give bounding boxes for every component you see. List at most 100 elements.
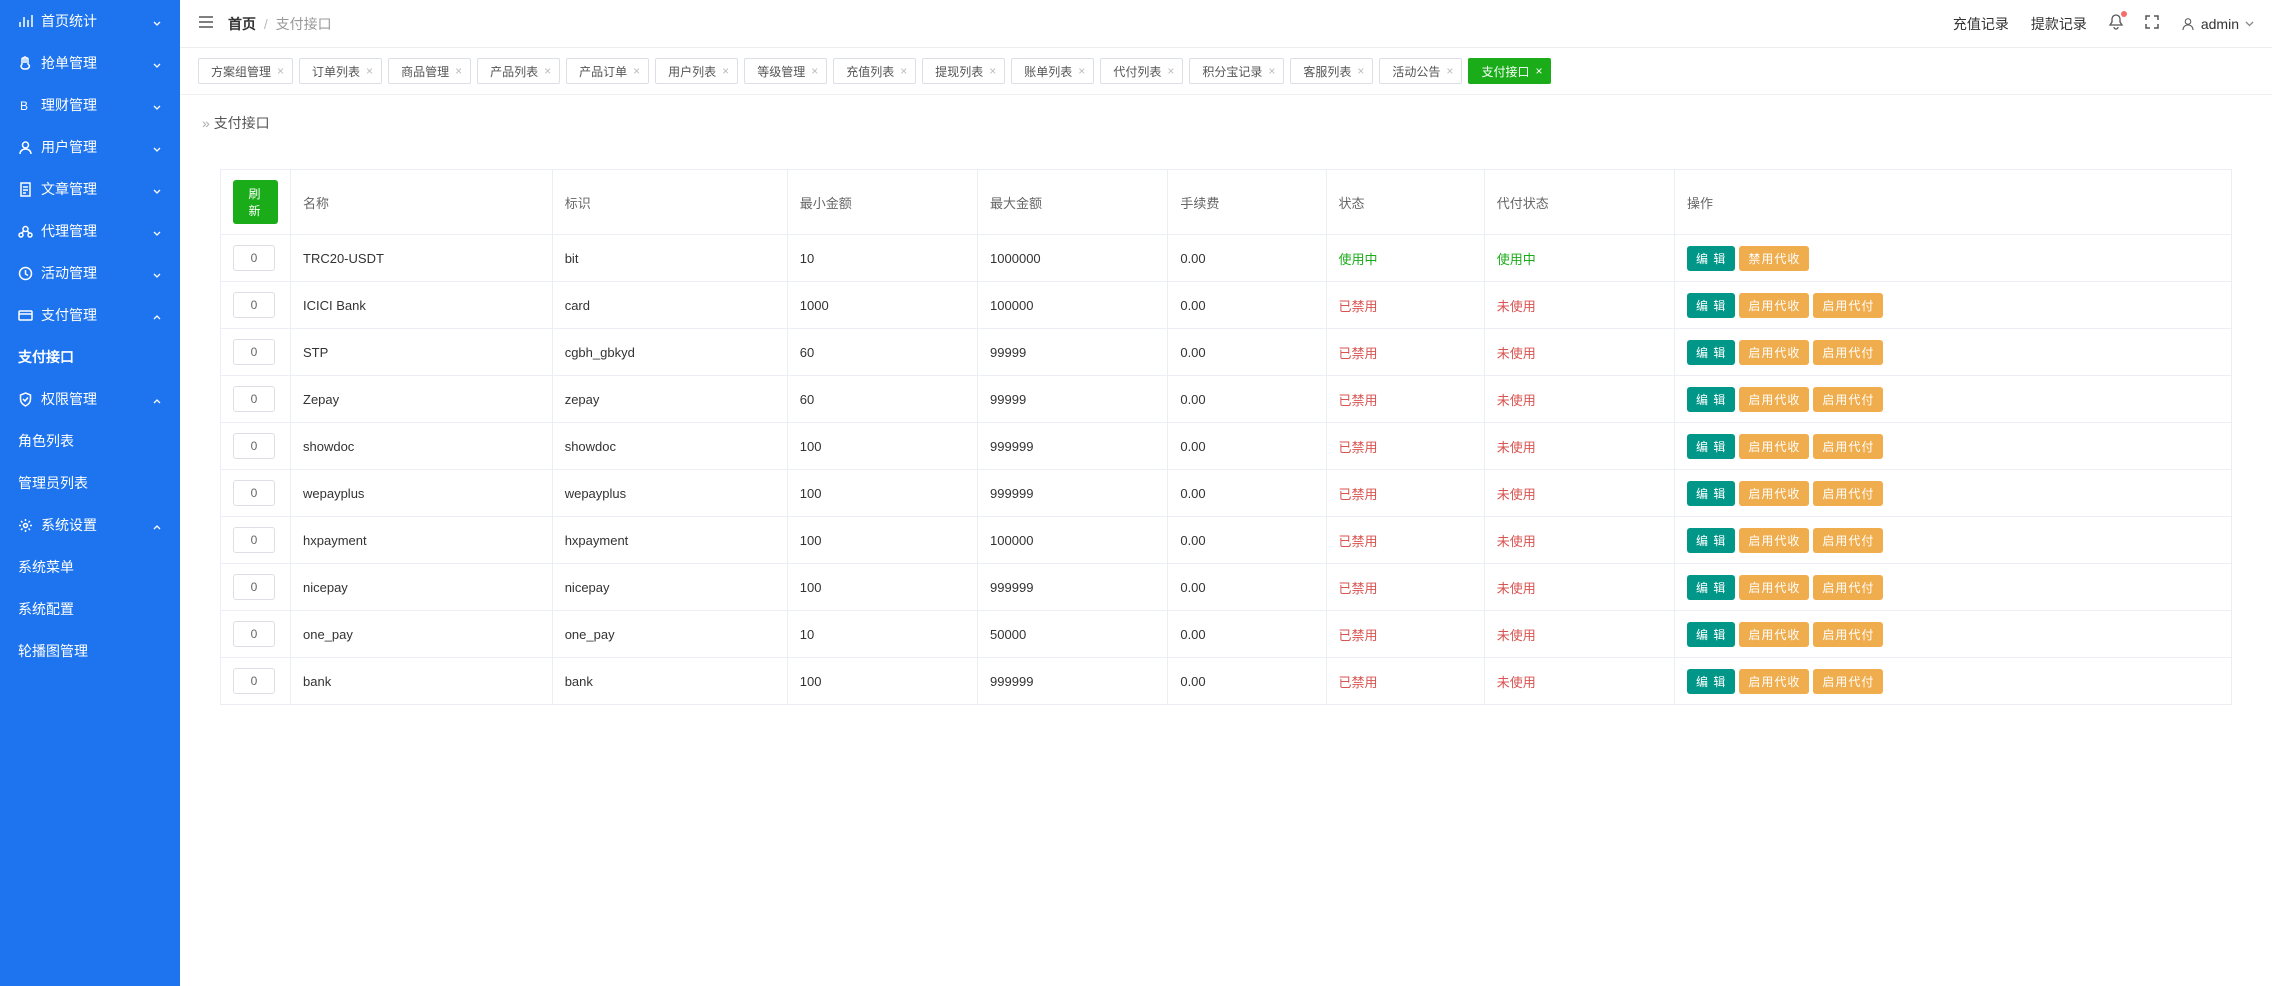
link-withdraw-log[interactable]: 提款记录 <box>2031 14 2087 34</box>
tab-close-icon[interactable]: × <box>811 64 818 78</box>
tab-close-icon[interactable]: × <box>544 64 551 78</box>
enable-pay-button[interactable]: 启用代付 <box>1813 575 1883 600</box>
enable-pay-button[interactable]: 启用代付 <box>1813 340 1883 365</box>
tab-close-icon[interactable]: × <box>989 64 996 78</box>
edit-button[interactable]: 编 辑 <box>1687 528 1735 553</box>
tab-7[interactable]: 充值列表× <box>833 58 916 84</box>
sort-input[interactable] <box>233 668 275 694</box>
breadcrumb-home[interactable]: 首页 <box>228 16 256 32</box>
cell-fee: 0.00 <box>1168 376 1326 423</box>
sidebar-group-8[interactable]: 权限管理 <box>0 378 180 420</box>
sidebar-group-7[interactable]: 支付管理 <box>0 294 180 336</box>
tab-6[interactable]: 等级管理× <box>744 58 827 84</box>
tab-close-icon[interactable]: × <box>1446 64 1453 78</box>
tab-close-icon[interactable]: × <box>900 64 907 78</box>
tab-0[interactable]: 方案组管理× <box>198 58 293 84</box>
sidebar-item-8-1[interactable]: 管理员列表 <box>0 462 180 504</box>
enable-recv-button[interactable]: 启用代收 <box>1739 340 1809 365</box>
sort-input[interactable] <box>233 339 275 365</box>
cell-pay-status: 未使用 <box>1484 470 1674 517</box>
enable-pay-button[interactable]: 启用代付 <box>1813 387 1883 412</box>
enable-pay-button[interactable]: 启用代付 <box>1813 622 1883 647</box>
tab-close-icon[interactable]: × <box>1357 64 1364 78</box>
sort-input[interactable] <box>233 574 275 600</box>
enable-recv-button[interactable]: 启用代收 <box>1739 293 1809 318</box>
tab-3[interactable]: 产品列表× <box>477 58 560 84</box>
tab-close-icon[interactable]: × <box>633 64 640 78</box>
enable-pay-button[interactable]: 启用代付 <box>1813 293 1883 318</box>
toggle-sidebar-icon[interactable] <box>198 15 214 32</box>
sidebar-group-0[interactable]: 首页统计 <box>0 0 180 42</box>
edit-button[interactable]: 编 辑 <box>1687 387 1735 412</box>
sort-input[interactable] <box>233 527 275 553</box>
tab-close-icon[interactable]: × <box>277 64 284 78</box>
disable-pay-button[interactable]: 禁用代收 <box>1739 246 1809 271</box>
sidebar-item-9-2[interactable]: 轮播图管理 <box>0 630 180 672</box>
sidebar-item-8-0[interactable]: 角色列表 <box>0 420 180 462</box>
enable-pay-button[interactable]: 启用代付 <box>1813 434 1883 459</box>
tab-close-icon[interactable]: × <box>1268 64 1275 78</box>
tab-close-icon[interactable]: × <box>455 64 462 78</box>
enable-pay-button[interactable]: 启用代付 <box>1813 481 1883 506</box>
cell-fee: 0.00 <box>1168 658 1326 705</box>
enable-recv-button[interactable]: 启用代收 <box>1739 387 1809 412</box>
tab-8[interactable]: 提现列表× <box>922 58 1005 84</box>
edit-button[interactable]: 编 辑 <box>1687 622 1735 647</box>
enable-recv-button[interactable]: 启用代收 <box>1739 481 1809 506</box>
sort-input[interactable] <box>233 621 275 647</box>
edit-button[interactable]: 编 辑 <box>1687 481 1735 506</box>
edit-button[interactable]: 编 辑 <box>1687 293 1735 318</box>
notification-bell-icon[interactable] <box>2109 14 2123 33</box>
edit-button[interactable]: 编 辑 <box>1687 434 1735 459</box>
link-recharge-log[interactable]: 充值记录 <box>1953 14 2009 34</box>
sidebar-item-7-0[interactable]: 支付接口 <box>0 336 180 378</box>
sort-input[interactable] <box>233 292 275 318</box>
enable-pay-button[interactable]: 启用代付 <box>1813 528 1883 553</box>
tab-13[interactable]: 活动公告× <box>1379 58 1462 84</box>
cell-ops: 编 辑启用代收启用代付 <box>1675 282 2232 329</box>
enable-recv-button[interactable]: 启用代收 <box>1739 434 1809 459</box>
tab-2[interactable]: 商品管理× <box>388 58 471 84</box>
tab-close-icon[interactable]: × <box>366 64 373 78</box>
cell-ops: 编 辑启用代收启用代付 <box>1675 376 2232 423</box>
sidebar-item-9-0[interactable]: 系统菜单 <box>0 546 180 588</box>
enable-recv-button[interactable]: 启用代收 <box>1739 669 1809 694</box>
enable-recv-button[interactable]: 启用代收 <box>1739 575 1809 600</box>
tab-5[interactable]: 用户列表× <box>655 58 738 84</box>
tab-close-icon[interactable]: × <box>1167 64 1174 78</box>
sort-input[interactable] <box>233 433 275 459</box>
sort-input[interactable] <box>233 480 275 506</box>
tab-11[interactable]: 积分宝记录× <box>1189 58 1284 84</box>
user-dropdown[interactable]: admin <box>2181 16 2254 32</box>
cell-max: 100000 <box>978 282 1168 329</box>
chevron-icon <box>152 100 162 110</box>
sidebar-group-4[interactable]: 文章管理 <box>0 168 180 210</box>
tab-12[interactable]: 客服列表× <box>1290 58 1373 84</box>
sidebar-group-9[interactable]: 系统设置 <box>0 504 180 546</box>
sidebar-group-6[interactable]: 活动管理 <box>0 252 180 294</box>
sidebar-group-3[interactable]: 用户管理 <box>0 126 180 168</box>
tab-10[interactable]: 代付列表× <box>1100 58 1183 84</box>
edit-button[interactable]: 编 辑 <box>1687 669 1735 694</box>
sidebar-group-5[interactable]: 代理管理 <box>0 210 180 252</box>
sidebar-group-2[interactable]: B理财管理 <box>0 84 180 126</box>
tab-1[interactable]: 订单列表× <box>299 58 382 84</box>
tab-close-icon[interactable]: × <box>1078 64 1085 78</box>
enable-recv-button[interactable]: 启用代收 <box>1739 528 1809 553</box>
tab-9[interactable]: 账单列表× <box>1011 58 1094 84</box>
edit-button[interactable]: 编 辑 <box>1687 575 1735 600</box>
refresh-button[interactable]: 刷 新 <box>233 180 278 224</box>
sort-input[interactable] <box>233 386 275 412</box>
tab-close-icon[interactable]: × <box>1535 64 1542 78</box>
sidebar-group-1[interactable]: 抢单管理 <box>0 42 180 84</box>
tab-close-icon[interactable]: × <box>722 64 729 78</box>
enable-pay-button[interactable]: 启用代付 <box>1813 669 1883 694</box>
edit-button[interactable]: 编 辑 <box>1687 340 1735 365</box>
fullscreen-icon[interactable] <box>2145 15 2159 32</box>
edit-button[interactable]: 编 辑 <box>1687 246 1735 271</box>
sort-input[interactable] <box>233 245 275 271</box>
tab-4[interactable]: 产品订单× <box>566 58 649 84</box>
enable-recv-button[interactable]: 启用代收 <box>1739 622 1809 647</box>
sidebar-item-9-1[interactable]: 系统配置 <box>0 588 180 630</box>
tab-14[interactable]: 支付接口× <box>1468 58 1551 84</box>
